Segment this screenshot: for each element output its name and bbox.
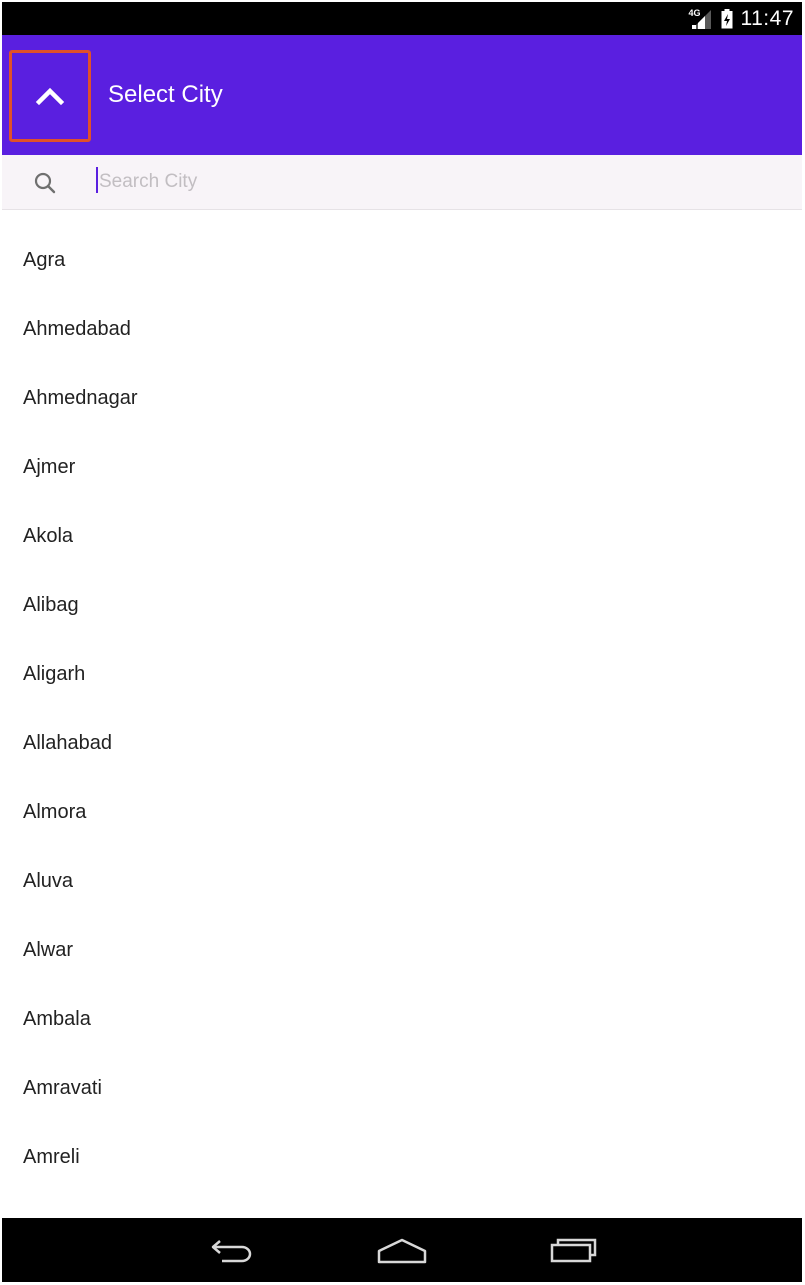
list-item[interactable]: Ajmer (2, 433, 802, 502)
list-item[interactable]: Ahmednagar (2, 364, 802, 433)
list-item[interactable]: Allahabad (2, 709, 802, 778)
chevron-up-icon (35, 87, 65, 106)
back-button[interactable] (202, 1230, 262, 1270)
status-bar: 4G 11:47 (2, 2, 802, 35)
search-bar (2, 155, 802, 210)
app-window: 4G 11:47 Select City Search City Agra Ah… (2, 2, 802, 1282)
list-item[interactable]: Amreli (2, 1123, 802, 1192)
list-item[interactable]: Akola (2, 502, 802, 571)
city-list: Agra Ahmedabad Ahmednagar Ajmer Akola Alibag A… (2, 210, 802, 1218)
page-title: Select City (108, 81, 223, 108)
app-bar: Select City (2, 35, 802, 155)
up-button[interactable] (9, 50, 91, 142)
signal-icon: 4G (689, 8, 713, 30)
search-input[interactable] (97, 163, 779, 201)
list-item[interactable]: Ambala (2, 985, 802, 1054)
recents-icon (550, 1238, 597, 1263)
list-item[interactable]: Alibag (2, 571, 802, 640)
navigation-bar (2, 1218, 802, 1282)
home-icon (377, 1238, 427, 1264)
list-item[interactable]: Alwar (2, 916, 802, 985)
recents-button[interactable] (543, 1230, 603, 1270)
list-top-padding (2, 210, 802, 226)
text-cursor (96, 167, 98, 193)
battery-icon (721, 8, 733, 29)
back-icon (211, 1240, 252, 1263)
status-icons: 4G 11:47 (689, 2, 795, 35)
status-time: 11:47 (740, 6, 794, 30)
home-button[interactable] (372, 1230, 432, 1270)
list-item[interactable]: Almora (2, 778, 802, 847)
list-item[interactable]: Aligarh (2, 640, 802, 709)
list-item[interactable]: Amravati (2, 1054, 802, 1123)
search-icon[interactable] (33, 171, 57, 195)
list-item[interactable]: Ahmedabad (2, 295, 802, 364)
list-item[interactable]: Aluva (2, 847, 802, 916)
list-item[interactable]: Agra (2, 226, 802, 295)
